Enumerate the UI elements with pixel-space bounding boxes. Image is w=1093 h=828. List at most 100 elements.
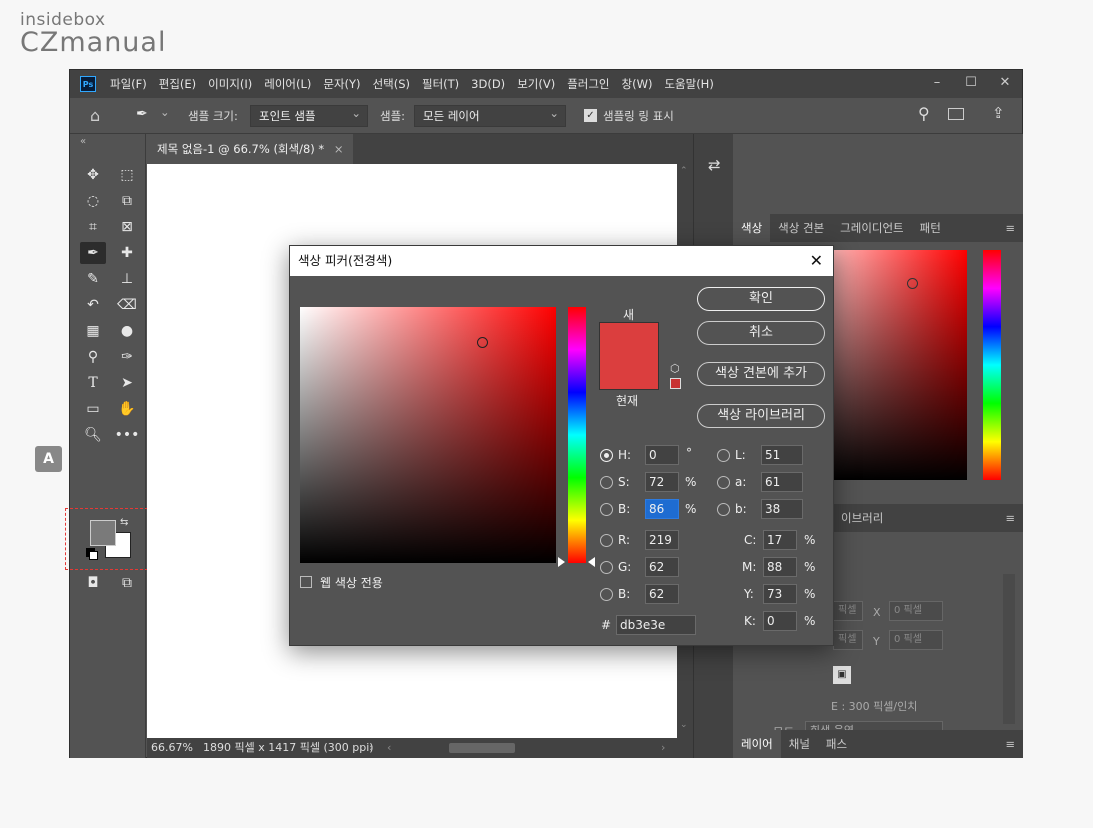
show-sampling-ring-checkbox[interactable]: ✓ xyxy=(584,109,597,122)
healing-brush-tool-icon[interactable]: ✚ xyxy=(114,242,140,264)
scroll-left-icon[interactable]: ‹ xyxy=(387,738,391,758)
document-tab[interactable]: 제목 없음-1 @ 66.7% (회색/8) * × xyxy=(147,134,354,164)
panel-hue-slider[interactable] xyxy=(983,250,1001,480)
brightness-radio[interactable] xyxy=(600,503,613,516)
image-icon[interactable]: ▣ xyxy=(833,666,851,684)
lab-b-input[interactable]: 38 xyxy=(761,499,803,519)
rectangle-tool-icon[interactable]: ▭ xyxy=(80,398,106,420)
chevron-right-icon[interactable]: › xyxy=(369,738,373,758)
color-libraries-button[interactable]: 색상 라이브러리 xyxy=(697,404,825,428)
lab-a-radio[interactable] xyxy=(717,476,730,489)
gradient-tool-icon[interactable]: ▦ xyxy=(80,320,106,342)
black-input[interactable]: 0 xyxy=(763,611,797,631)
tab-color[interactable]: 색상 xyxy=(733,214,771,242)
y-field[interactable]: 0 픽셀 xyxy=(889,630,943,650)
foreground-color-swatch[interactable] xyxy=(90,520,116,546)
zoom-tool-icon[interactable]: 🔍︎ xyxy=(80,424,106,446)
scroll-up-icon[interactable]: ⌃ xyxy=(680,166,688,176)
menu-image[interactable]: 이미지(I) xyxy=(202,76,258,92)
horizontal-scroll-thumb[interactable] xyxy=(449,743,515,753)
workspace-icon[interactable] xyxy=(948,108,964,120)
tab-layers[interactable]: 레이어 xyxy=(733,730,781,758)
color-field-cursor[interactable] xyxy=(477,337,488,348)
x-field[interactable]: 0 픽셀 xyxy=(889,601,943,621)
object-select-tool-icon[interactable]: ⧉ xyxy=(114,190,140,212)
quick-mask-icon[interactable]: ◘ xyxy=(80,572,106,594)
tab-patterns[interactable]: 패턴 xyxy=(912,220,949,236)
tab-paths[interactable]: 패스 xyxy=(818,736,855,752)
eyedropper-tool-preset-icon[interactable]: ✒ xyxy=(136,106,148,122)
menu-help[interactable]: 도움말(H) xyxy=(658,76,719,92)
hue-slider[interactable] xyxy=(568,307,586,563)
add-to-swatches-button[interactable]: 색상 견본에 추가 xyxy=(697,362,825,386)
blue-input[interactable]: 62 xyxy=(645,584,679,604)
lab-l-radio[interactable] xyxy=(717,449,730,462)
history-brush-tool-icon[interactable]: ↶ xyxy=(80,294,106,316)
lasso-tool-icon[interactable]: ◌ xyxy=(80,190,106,212)
lab-a-input[interactable]: 61 xyxy=(761,472,803,492)
menu-plugins[interactable]: 플러그인 xyxy=(561,76,615,92)
cyan-input[interactable]: 17 xyxy=(763,530,797,550)
tab-swatches[interactable]: 색상 견본 xyxy=(770,220,832,236)
ok-button[interactable]: 확인 xyxy=(697,287,825,311)
lab-l-input[interactable]: 51 xyxy=(761,445,803,465)
menu-filter[interactable]: 필터(T) xyxy=(416,76,465,92)
close-icon[interactable]: ✕ xyxy=(810,246,823,276)
zoom-level[interactable]: 66.67% xyxy=(151,738,193,758)
tab-libraries[interactable]: 이브러리 xyxy=(833,510,891,526)
menu-type[interactable]: 문자(Y) xyxy=(317,76,366,92)
scroll-right-icon[interactable]: › xyxy=(661,738,665,758)
blur-tool-icon[interactable]: ● xyxy=(114,320,140,342)
close-tab-icon[interactable]: × xyxy=(334,142,344,156)
type-tool-icon[interactable]: T xyxy=(80,372,106,394)
web-colors-only-checkbox[interactable] xyxy=(300,576,312,588)
gamut-swatch[interactable] xyxy=(670,378,681,389)
hue-radio[interactable] xyxy=(600,449,613,462)
properties-menu-icon[interactable]: ≡ xyxy=(997,511,1023,525)
hand-tool-icon[interactable]: ✋ xyxy=(114,398,140,420)
red-input[interactable]: 219 xyxy=(645,530,679,550)
tab-channels[interactable]: 채널 xyxy=(781,736,818,752)
eyedropper-tool-icon[interactable]: ✒ xyxy=(80,242,106,264)
dodge-tool-icon[interactable]: ⚲ xyxy=(80,346,106,368)
maximize-button[interactable]: ☐ xyxy=(954,70,988,98)
home-icon[interactable]: ⌂ xyxy=(90,106,100,125)
crop-tool-icon[interactable]: ⌗ xyxy=(80,216,106,238)
clone-stamp-tool-icon[interactable]: ⊥ xyxy=(114,268,140,290)
screen-mode-icon[interactable]: ⧉ xyxy=(114,572,140,594)
minimize-button[interactable]: – xyxy=(920,70,954,98)
move-tool-icon[interactable]: ✥ xyxy=(80,164,106,186)
blue-radio[interactable] xyxy=(600,588,613,601)
search-icon[interactable]: ⚲ xyxy=(918,104,930,123)
menu-view[interactable]: 보기(V) xyxy=(511,76,561,92)
marquee-tool-icon[interactable]: ⬚ xyxy=(114,164,140,186)
menu-window[interactable]: 창(W) xyxy=(616,76,659,92)
cancel-button[interactable]: 취소 xyxy=(697,321,825,345)
brightness-input[interactable]: 86 xyxy=(645,499,679,519)
color-field[interactable] xyxy=(300,307,556,563)
sample-select[interactable]: 모든 레이어 xyxy=(414,103,566,127)
menu-file[interactable]: 파일(F) xyxy=(104,76,153,92)
properties-scrollbar[interactable] xyxy=(1003,574,1015,724)
hue-input[interactable]: 0 xyxy=(645,445,679,465)
hue-slider-right-arrow[interactable] xyxy=(588,557,595,567)
saturation-radio[interactable] xyxy=(600,476,613,489)
hue-slider-left-arrow[interactable] xyxy=(558,557,565,567)
history-panel-icon[interactable]: ⇄ xyxy=(708,156,721,174)
swap-colors-icon[interactable]: ⇆ xyxy=(120,517,128,528)
collapse-toolbar-icon[interactable]: « xyxy=(80,136,86,147)
lab-b-radio[interactable] xyxy=(717,503,730,516)
menu-layer[interactable]: 레이어(L) xyxy=(258,76,317,92)
default-colors-icon[interactable] xyxy=(89,551,98,560)
panel-menu-icon[interactable]: ≡ xyxy=(997,221,1023,235)
share-icon[interactable]: ⇪ xyxy=(992,104,1005,122)
red-radio[interactable] xyxy=(600,534,613,547)
scroll-down-icon[interactable]: ⌄ xyxy=(680,720,688,730)
chevron-down-icon[interactable]: ⌄ xyxy=(160,105,170,119)
green-input[interactable]: 62 xyxy=(645,557,679,577)
h-field[interactable]: 픽셀 xyxy=(833,630,863,650)
magenta-input[interactable]: 88 xyxy=(763,557,797,577)
path-selection-tool-icon[interactable]: ➤ xyxy=(114,372,140,394)
layers-menu-icon[interactable]: ≡ xyxy=(997,737,1023,751)
frame-tool-icon[interactable]: ⊠ xyxy=(114,216,140,238)
